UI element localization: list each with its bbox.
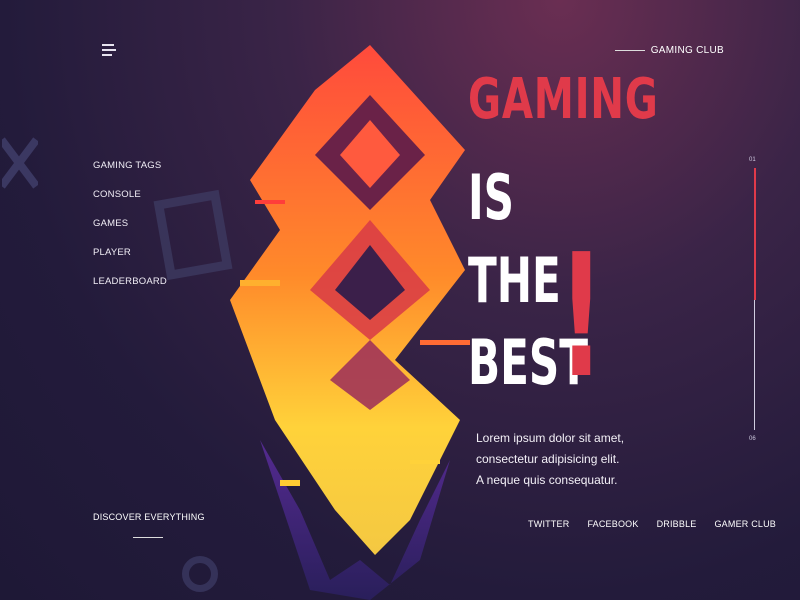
nav-item-player[interactable]: PLAYER	[93, 247, 167, 276]
description-line: A neque quis consequatur.	[476, 473, 618, 487]
headline-gaming: GAMING	[468, 67, 659, 132]
hero-description: Lorem ipsum dolor sit amet, consectetur …	[476, 428, 636, 491]
dribble-link[interactable]: DRIBBLE	[657, 519, 697, 529]
brand-link[interactable]: GAMING CLUB	[614, 45, 724, 56]
circle-shape-icon	[182, 556, 218, 592]
nav-item-leaderboard[interactable]: LEADERBOARD	[93, 276, 167, 305]
scroll-start-label: 01	[749, 157, 756, 163]
hero-artwork	[230, 45, 470, 600]
scroll-thumb[interactable]	[754, 168, 756, 300]
scroll-end-label: 06	[749, 436, 756, 442]
sidebar-nav: GAMING TAGS CONSOLE GAMES PLAYER LEADERB…	[93, 160, 167, 305]
facebook-link[interactable]: FACEBOOK	[587, 519, 638, 529]
twitter-link[interactable]: TWITTER	[528, 519, 569, 529]
brand-label: GAMING CLUB	[650, 45, 724, 56]
discover-everything-link[interactable]: DISCOVER EVERYTHING	[93, 512, 205, 522]
headline-exclamation: !	[558, 218, 605, 416]
brand-divider-line	[614, 50, 645, 51]
cross-shape-icon	[2, 137, 38, 189]
nav-item-console[interactable]: CONSOLE	[93, 189, 167, 218]
gamer-club-link[interactable]: GAMER CLUB	[714, 519, 776, 529]
social-links: TWITTER FACEBOOK DRIBBLE GAMER CLUB	[528, 519, 776, 529]
nav-item-games[interactable]: GAMES	[93, 218, 167, 247]
hamburger-menu-icon[interactable]	[102, 44, 118, 58]
headline-the: THE	[468, 244, 561, 317]
description-line: consectetur adipisicing elit.	[476, 452, 620, 466]
headline-is: IS	[468, 161, 515, 234]
discover-underline	[133, 537, 163, 538]
description-line: Lorem ipsum dolor sit amet,	[476, 431, 625, 445]
nav-item-gaming-tags[interactable]: GAMING TAGS	[93, 160, 167, 189]
